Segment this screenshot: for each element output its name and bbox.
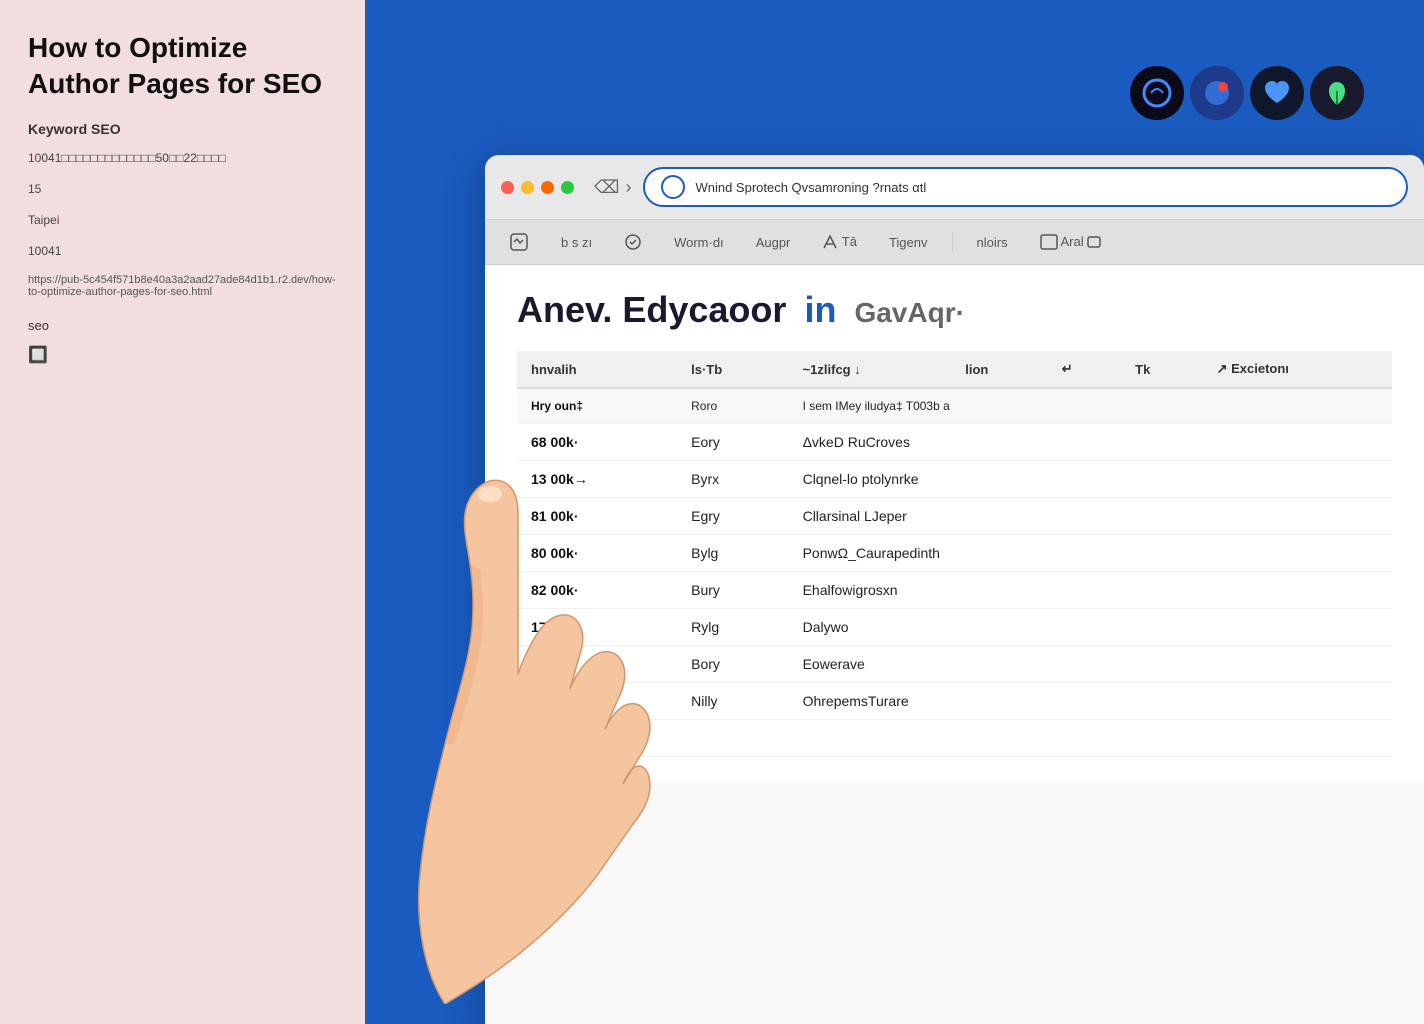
maximize-button[interactable] <box>561 181 574 194</box>
browser-page-title: Anev. Edycaoor in GavAqr· <box>517 289 1392 331</box>
keyword-label: Keyword SEO <box>28 121 337 137</box>
col-header-hnvalih: hnvalih <box>517 351 677 388</box>
close-button[interactable] <box>501 181 514 194</box>
tab-aral[interactable]: Aral <box>1032 230 1110 255</box>
table-row: 81 00k· Egry Cllarsinal LJeper <box>517 498 1392 535</box>
forward-icon[interactable]: › <box>625 177 631 198</box>
col-header-lstb: ls·Tb <box>677 351 788 388</box>
page-title: How to Optimize Author Pages for SEO <box>28 30 337 103</box>
address-text: Wnind Sprotech Qvsamroning ?rnats αtl <box>695 180 926 195</box>
sidebar-tag: seo <box>28 318 337 333</box>
cell-diff-6: Rylg <box>677 609 788 646</box>
page-title-part2: in <box>804 289 836 330</box>
tab-bszi[interactable]: b s zı <box>553 231 600 254</box>
cell-keyword-6: Dalywo <box>789 609 1392 646</box>
cell-diff-3: Egry <box>677 498 788 535</box>
table-row: 80 00k· Bylg PonwΩ_Caurapedinth <box>517 535 1392 572</box>
data-table: hnvalih ls·Tb ~1zlifcg ↓ lion ↵ Tk ↗ Exc… <box>517 351 1392 757</box>
cell-volume-9: 8E 00k· <box>517 720 677 757</box>
cell-volume-2: 13 00k→ <box>517 461 677 498</box>
app-icons-row <box>1130 66 1364 120</box>
tab-wormdi[interactable]: Worm·dı <box>666 231 732 254</box>
cell-volume-5: 82 00k· <box>517 572 677 609</box>
table-row: 32 00k· Bory Eowerave <box>517 646 1392 683</box>
table-subheader: Hry oun‡ Roro I sem IMey iludya‡ T003b a <box>517 388 1392 424</box>
cell-volume-6: 17 004· <box>517 609 677 646</box>
col-header-excietonı: ↗ Excietonı <box>1203 351 1392 388</box>
cell-keyword-3: Cllarsinal LJeper <box>789 498 1392 535</box>
tab-tigenv[interactable]: Tigenv <box>881 231 936 254</box>
page-header: Anev. Edycaoor in GavAqr· <box>517 289 1392 331</box>
browser-tabs: b s zı Worm·dı Augpr Tā Tigenv nloirs <box>485 220 1424 265</box>
browser-chrome: ⌫ › Wnind Sprotech Qvsamroning ?rnats αt… <box>485 155 1424 220</box>
subheader-sem: I sem IMey iludya‡ T003b a <box>789 388 1392 424</box>
cell-volume-3: 81 00k· <box>517 498 677 535</box>
cell-keyword-2: Clqnel-lo ptolynrke <box>789 461 1392 498</box>
table-row: 80 00k· Nilly OhrepemsTurare <box>517 683 1392 720</box>
table-row: 82 00k· Bury Ehalfowigrosxn <box>517 572 1392 609</box>
cell-keyword-5: Ehalfowigrosxn <box>789 572 1392 609</box>
cell-volume-8: 80 00k· <box>517 683 677 720</box>
cell-diff-4: Bylg <box>677 535 788 572</box>
subheader-roro: Roro <box>677 388 788 424</box>
tab-sr[interactable] <box>616 229 650 255</box>
table-header-row: hnvalih ls·Tb ~1zlifcg ↓ lion ↵ Tk ↗ Exc… <box>517 351 1392 388</box>
cell-keyword-4: PonwΩ_Caurapedinth <box>789 535 1392 572</box>
cell-diff-5: Bury <box>677 572 788 609</box>
col-header-lion: lion <box>951 351 1047 388</box>
app-icon-3[interactable] <box>1250 66 1304 120</box>
sidebar-icon: 🔲 <box>28 345 337 365</box>
tab-ta[interactable]: Tā <box>814 230 865 255</box>
address-bar[interactable]: Wnind Sprotech Qvsamroning ?rnats αtl <box>643 167 1408 207</box>
sidebar-meta: 10041□□□□□□□□□□□□□50□□22□□□□ <box>28 149 337 168</box>
sidebar-postal: 10041 <box>28 242 337 261</box>
table-row: 8E 00k· <box>517 720 1392 757</box>
table-row: 13 00k→ Byrx Clqnel-lo ptolynrke <box>517 461 1392 498</box>
main-area: ⌫ › Wnind Sprotech Qvsamroning ?rnats αt… <box>365 0 1424 1024</box>
tab-divider <box>952 232 953 252</box>
app-icon-2[interactable] <box>1190 66 1244 120</box>
table-body: Hry oun‡ Roro I sem IMey iludya‡ T003b a… <box>517 388 1392 757</box>
sidebar-url[interactable]: https://pub-5c454f571b8e40a3a2aad27ade84… <box>28 274 337 298</box>
traffic-lights <box>501 181 574 194</box>
sidebar-number: 15 <box>28 180 337 199</box>
cell-keyword-8: OhrepemsTurare <box>789 683 1392 720</box>
table-row: 17 004· Rylg Dalywo <box>517 609 1392 646</box>
cell-volume-4: 80 00k· <box>517 535 677 572</box>
cell-diff-9 <box>677 720 788 757</box>
tab-lcp[interactable] <box>501 228 537 256</box>
page-title-part1: Anev. Edycaoor <box>517 289 786 330</box>
app-icon-1[interactable] <box>1130 66 1184 120</box>
cell-keyword-9 <box>789 720 1392 757</box>
back-icon[interactable]: ⌫ <box>594 177 619 198</box>
sidebar: How to Optimize Author Pages for SEO Key… <box>0 0 365 1024</box>
browser-content: Anev. Edycaoor in GavAqr· hnvalih ls·Tb … <box>485 265 1424 781</box>
minimize-button[interactable] <box>521 181 534 194</box>
orange-button[interactable] <box>541 181 554 194</box>
col-header-zlifcg: ~1zlifcg ↓ <box>789 351 952 388</box>
cell-diff-7: Bory <box>677 646 788 683</box>
cell-keyword-1: ΔvkeD RuCroves <box>789 424 1392 461</box>
app-icon-4[interactable] <box>1310 66 1364 120</box>
cell-volume-1: 68 00k· <box>517 424 677 461</box>
sidebar-city: Taipei <box>28 211 337 230</box>
cell-volume-7: 32 00k· <box>517 646 677 683</box>
tab-augpr[interactable]: Augpr <box>748 231 799 254</box>
col-header-tk: Tk <box>1121 351 1202 388</box>
nav-buttons: ⌫ › <box>594 177 631 198</box>
cell-diff-8: Nilly <box>677 683 788 720</box>
browser-window: ⌫ › Wnind Sprotech Qvsamroning ?rnats αt… <box>485 155 1424 1024</box>
table-row: 68 00k· Eory ΔvkeD RuCroves <box>517 424 1392 461</box>
subheader-hryoun: Hry oun‡ <box>517 388 677 424</box>
tab-nloirs[interactable]: nloirs <box>969 231 1016 254</box>
col-header-return: ↵ <box>1048 351 1121 388</box>
cell-keyword-7: Eowerave <box>789 646 1392 683</box>
cell-diff-1: Eory <box>677 424 788 461</box>
page-subtitle: GavAqr· <box>854 297 964 328</box>
cell-diff-2: Byrx <box>677 461 788 498</box>
address-circle-icon <box>661 175 685 199</box>
